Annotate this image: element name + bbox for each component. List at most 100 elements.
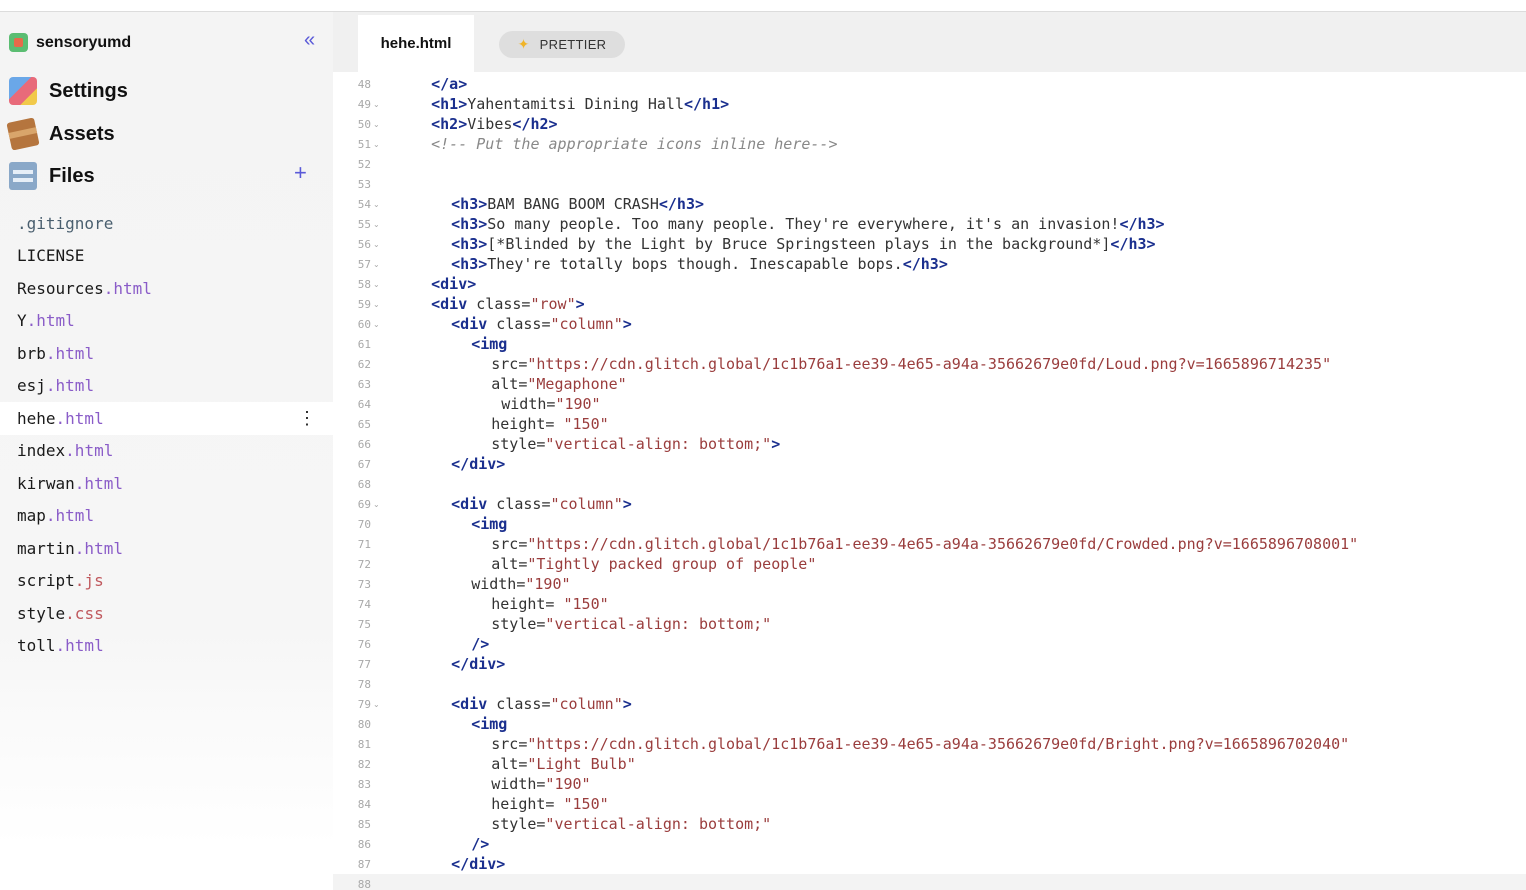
code-editor[interactable]: 48 </a> 49 ⌄ <h1>Yahentamitsi Dining Hall</h… xyxy=(333,72,1526,890)
line-number: 67 xyxy=(357,457,371,471)
settings-icon xyxy=(9,77,37,105)
code-token: "vertical-align: bottom;" xyxy=(545,815,772,833)
code-text: <div class="row"> xyxy=(431,295,585,313)
code-token: > xyxy=(622,695,632,713)
code-token: class= xyxy=(487,315,551,333)
file-extension: .html xyxy=(103,278,152,298)
file-item[interactable]: map .html xyxy=(0,500,333,533)
code-token: > xyxy=(622,495,632,513)
line-number: 62 xyxy=(357,357,371,371)
file-extension: .html xyxy=(26,311,75,331)
tab-bar: hehe.html ✦ PRETTIER xyxy=(333,12,1526,72)
code-token: width= xyxy=(501,395,556,413)
line-number: 80 xyxy=(357,717,371,731)
file-name: map xyxy=(17,506,46,526)
code-line: 70 <img xyxy=(333,514,1526,534)
line-number: 73 xyxy=(357,577,371,591)
code-token: <h2> xyxy=(431,115,468,133)
code-token: </h3> xyxy=(658,195,705,213)
code-token: BAM BANG BOOM CRASH xyxy=(487,195,659,213)
code-text: <img xyxy=(471,515,507,533)
nav-files[interactable]: Files xyxy=(9,162,95,190)
line-number: 63 xyxy=(357,377,371,391)
code-text: <div> xyxy=(431,275,476,293)
code-token: [*Blinded by the Light by Bruce Springst… xyxy=(487,235,1111,253)
code-text: <h3>So many people. Too many people. The… xyxy=(451,215,1164,233)
file-item[interactable]: brb .html xyxy=(0,337,333,370)
code-token: "150" xyxy=(563,415,609,433)
line-number: 74 xyxy=(357,597,371,611)
project-header[interactable]: sensoryumd xyxy=(9,33,131,52)
fold-chevron-icon[interactable]: ⌄ xyxy=(373,260,381,269)
line-number: 71 xyxy=(357,537,371,551)
nav-assets[interactable]: Assets xyxy=(6,117,115,151)
file-name: hehe xyxy=(17,408,56,428)
tab-hehe-html[interactable]: hehe.html xyxy=(358,15,474,72)
nav-settings[interactable]: Settings xyxy=(9,77,128,105)
code-line: 68 xyxy=(333,474,1526,494)
code-token: So many people. Too many people. They're… xyxy=(487,215,1120,233)
line-number: 81 xyxy=(357,737,371,751)
file-item[interactable]: kirwan .html xyxy=(0,467,333,500)
line-number: 88 xyxy=(357,877,371,890)
file-item[interactable]: style .css xyxy=(0,597,333,630)
line-number: 57 xyxy=(357,257,371,271)
file-options-icon[interactable]: ⋮ xyxy=(298,408,316,429)
code-line: 60 ⌄ <div class="column"> xyxy=(333,314,1526,334)
fold-chevron-icon[interactable]: ⌄ xyxy=(373,100,381,109)
code-token: <h3> xyxy=(451,235,488,253)
file-item[interactable]: LICENSE xyxy=(0,240,333,273)
file-item[interactable]: esj .html xyxy=(0,370,333,403)
add-file-plus-icon[interactable]: + xyxy=(294,162,307,184)
fold-chevron-icon[interactable]: ⌄ xyxy=(373,500,381,509)
code-line: 61 <img xyxy=(333,334,1526,354)
code-token: <div xyxy=(431,295,468,313)
file-item[interactable]: martin .html xyxy=(0,532,333,565)
fold-chevron-icon[interactable]: ⌄ xyxy=(373,280,381,289)
code-token: "150" xyxy=(563,595,609,613)
file-item[interactable]: Y .html xyxy=(0,305,333,338)
file-item[interactable]: .gitignore xyxy=(0,207,333,240)
fold-chevron-icon[interactable]: ⌄ xyxy=(373,220,381,229)
file-item[interactable]: hehe .html ⋮ xyxy=(0,402,333,435)
code-line: 85 style="vertical-align: bottom;" xyxy=(333,814,1526,834)
file-name: script xyxy=(17,571,75,591)
file-item[interactable]: index .html xyxy=(0,435,333,468)
file-name: kirwan xyxy=(17,473,75,493)
line-number: 54 xyxy=(357,197,371,211)
code-text: <h3>[*Blinded by the Light by Bruce Spri… xyxy=(451,235,1155,253)
code-line: 49 ⌄ <h1>Yahentamitsi Dining Hall</h1> xyxy=(333,94,1526,114)
code-line: 59 ⌄ <div class="row"> xyxy=(333,294,1526,314)
code-text: style="vertical-align: bottom;" xyxy=(491,815,771,833)
code-token: height= xyxy=(491,595,564,613)
file-name: index xyxy=(17,441,66,461)
code-token: "150" xyxy=(563,795,609,813)
file-item[interactable]: Resources .html xyxy=(0,272,333,305)
line-number: 49 xyxy=(357,97,371,111)
fold-chevron-icon[interactable]: ⌄ xyxy=(373,300,381,309)
code-token: "190" xyxy=(555,395,601,413)
file-extension: .html xyxy=(45,343,95,363)
code-token: height= xyxy=(491,415,564,433)
file-item[interactable]: script .js xyxy=(0,565,333,598)
code-text: alt="Light Bulb" xyxy=(491,755,636,773)
code-token: /> xyxy=(471,635,490,653)
code-line: 77 </div> xyxy=(333,654,1526,674)
file-name: style xyxy=(17,603,66,623)
code-line: 86 /> xyxy=(333,834,1526,854)
fold-chevron-icon[interactable]: ⌄ xyxy=(373,320,381,329)
collapse-sidebar-icon[interactable]: « xyxy=(304,30,315,50)
fold-chevron-icon[interactable]: ⌄ xyxy=(373,700,381,709)
fold-chevron-icon[interactable]: ⌄ xyxy=(373,240,381,249)
prettier-button[interactable]: ✦ PRETTIER xyxy=(499,31,625,58)
file-name: toll xyxy=(17,636,56,656)
code-token: class= xyxy=(487,495,551,513)
fold-chevron-icon[interactable]: ⌄ xyxy=(373,120,381,129)
line-number: 86 xyxy=(357,837,371,851)
project-logo-icon xyxy=(9,33,28,52)
file-item[interactable]: toll .html xyxy=(0,630,333,663)
code-token: src= xyxy=(491,735,528,753)
fold-chevron-icon[interactable]: ⌄ xyxy=(373,140,381,149)
fold-chevron-icon[interactable]: ⌄ xyxy=(373,200,381,209)
code-token: "Tightly packed group of people" xyxy=(527,555,817,573)
